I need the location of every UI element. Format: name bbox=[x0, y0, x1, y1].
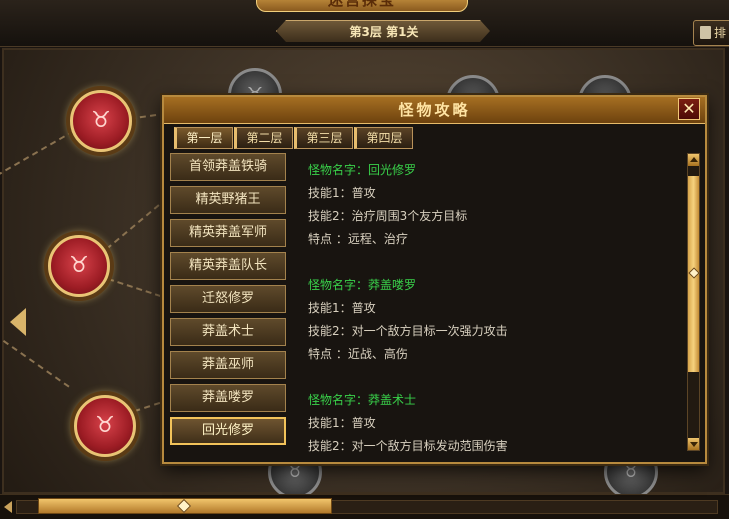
bull-head-icon[interactable]: ♉ bbox=[74, 395, 136, 457]
dialog-title: 怪物攻略 bbox=[164, 97, 705, 124]
grip-icon bbox=[176, 498, 192, 514]
bull-head-icon[interactable]: ♉ bbox=[70, 90, 132, 152]
monster-button[interactable]: 莽盖巫师 bbox=[170, 351, 286, 379]
monster-button[interactable]: 莽盖术士 bbox=[170, 318, 286, 346]
scroll-down-arrow-icon[interactable] bbox=[688, 438, 699, 450]
monster-skill2: 技能2：治疗周围3个友方目标 bbox=[308, 209, 468, 223]
tab-floor-2[interactable]: 第二层 bbox=[234, 127, 293, 149]
monster-name: 怪物名字：莽盖喽罗 bbox=[308, 278, 417, 292]
monster-skill1: 技能1：普攻 bbox=[308, 301, 376, 315]
game-title-plate: 迷宫探宝 bbox=[256, 0, 468, 12]
monster-button[interactable]: 精英莽盖队长 bbox=[170, 252, 286, 280]
ranking-label: 排 bbox=[714, 26, 727, 40]
ranking-button[interactable]: 排 bbox=[693, 20, 729, 46]
monster-button[interactable]: 精英野猪王 bbox=[170, 186, 286, 214]
scrollbar-thumb[interactable] bbox=[688, 176, 700, 372]
map-horizontal-scrollbar[interactable] bbox=[0, 494, 729, 519]
monster-details: 怪物名字：回光修罗 技能1：普攻 技能2：治疗周围3个友方目标 特点 ：远程、治… bbox=[308, 157, 678, 453]
floor-level-indicator: 第3层 第1关 bbox=[276, 20, 490, 42]
monster-skill1: 技能1：普攻 bbox=[308, 186, 376, 200]
monster-name: 怪物名字：回光修罗 bbox=[308, 163, 417, 177]
grip-icon bbox=[688, 267, 700, 279]
bull-head-icon[interactable]: ♉ bbox=[48, 235, 110, 297]
detail-vertical-scrollbar[interactable] bbox=[687, 153, 700, 451]
scroll-up-arrow-icon[interactable] bbox=[688, 154, 699, 166]
close-button[interactable]: ✕ bbox=[678, 98, 700, 120]
ranking-icon bbox=[700, 26, 711, 39]
monster-skill2: 技能2：对一个敌方目标一次强力攻击 bbox=[308, 324, 508, 338]
monster-skill2: 技能2：对一个敌方目标发动范围伤害 bbox=[308, 439, 508, 453]
monster-trait: 特点 ：近战、高伤 bbox=[308, 347, 408, 361]
top-banner: 迷宫探宝 第3层 第1关 排 bbox=[0, 0, 729, 47]
game-title: 迷宫探宝 bbox=[327, 0, 396, 9]
monster-guide-dialog: 怪物攻略 ✕ 第一层 第二层 第三层 第四层 首领莽盖铁骑 精英野猪王 精英莽盖… bbox=[162, 95, 707, 464]
scroll-left-arrow-icon[interactable] bbox=[4, 501, 12, 513]
chevron-left-icon[interactable] bbox=[10, 308, 26, 336]
monster-button[interactable]: 首领莽盖铁骑 bbox=[170, 153, 286, 181]
scrollbar-thumb[interactable] bbox=[38, 498, 332, 514]
monster-button[interactable]: 精英莽盖军师 bbox=[170, 219, 286, 247]
monster-name: 怪物名字：莽盖术士 bbox=[308, 393, 417, 407]
monster-button[interactable]: 莽盖喽罗 bbox=[170, 384, 286, 412]
tab-floor-1[interactable]: 第一层 bbox=[174, 127, 233, 149]
monster-button[interactable]: 迁怒修罗 bbox=[170, 285, 286, 313]
tab-floor-3[interactable]: 第三层 bbox=[294, 127, 353, 149]
tab-floor-4[interactable]: 第四层 bbox=[354, 127, 413, 149]
path-line bbox=[2, 340, 70, 388]
path-line bbox=[0, 130, 74, 192]
monster-trait: 特点 ：远程、治疗 bbox=[308, 232, 408, 246]
monster-button-selected[interactable]: 回光修罗 bbox=[170, 417, 286, 445]
monster-skill1: 技能1：普攻 bbox=[308, 416, 376, 430]
